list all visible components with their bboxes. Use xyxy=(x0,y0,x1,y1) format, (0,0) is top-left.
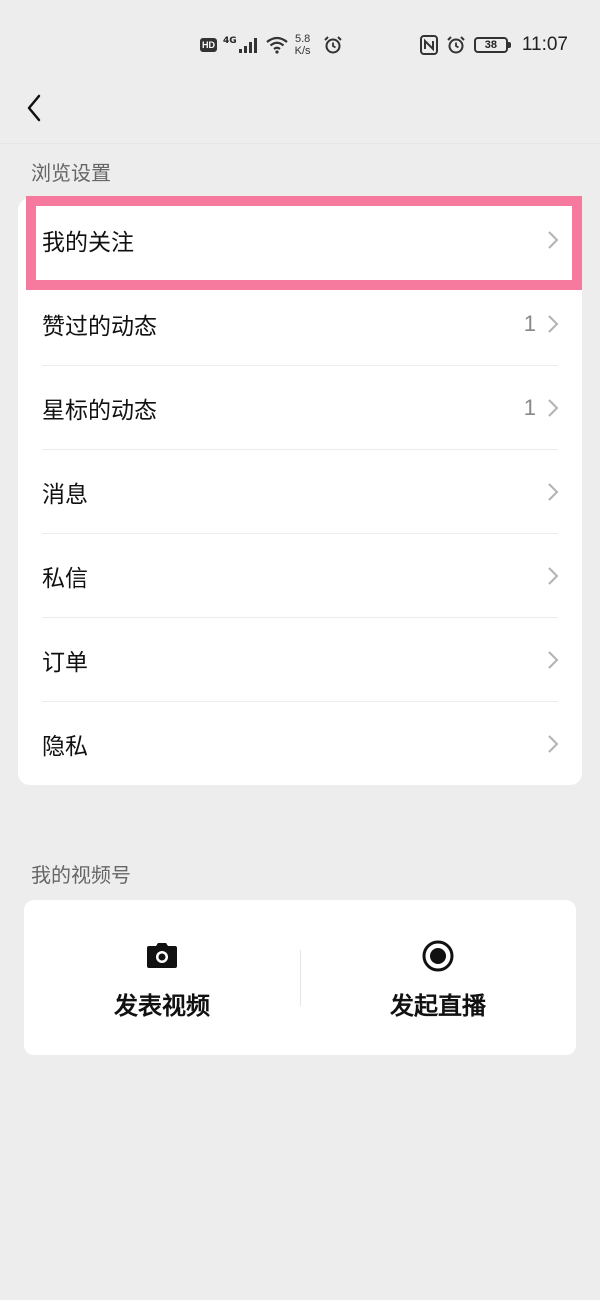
publish-video-label: 发表视频 xyxy=(114,992,210,1020)
chevron-right-icon xyxy=(548,315,559,333)
list-item-label: 订单 xyxy=(42,650,88,676)
alarm-icon xyxy=(323,36,342,54)
channel-actions: 发表视频 发起直播 xyxy=(24,900,576,1055)
list-item-privacy[interactable]: 隐私 xyxy=(18,702,582,785)
chevron-right-icon xyxy=(548,231,559,249)
battery-icon: 38 xyxy=(473,37,511,53)
list-item-label: 隐私 xyxy=(42,734,88,760)
camera-icon xyxy=(144,938,180,974)
cellular-signal-icon xyxy=(238,38,257,53)
wifi-icon xyxy=(265,36,288,54)
list-item-count: 1 xyxy=(523,311,536,336)
back-button[interactable] xyxy=(14,88,54,128)
status-left: HD 4G 5.8 K/s xyxy=(200,30,343,60)
start-live-label: 发起直播 xyxy=(390,992,486,1020)
status-right: 38 11:07 xyxy=(419,30,568,60)
chevron-right-icon xyxy=(548,651,559,669)
settings-list: 我的关注 赞过的动态 1 星标的动态 1 消息 私信 订单 隐私 xyxy=(18,198,582,785)
network-speed: 5.8 K/s xyxy=(295,33,311,57)
list-item-label: 我的关注 xyxy=(42,230,134,256)
page: HD 4G 5.8 K/s 38 11:07 浏览设置 我的关注 赞过的动态 1… xyxy=(0,0,600,1300)
list-item-label: 私信 xyxy=(42,566,88,592)
start-live-button[interactable]: 发起直播 xyxy=(300,900,576,1055)
hd-badge: HD xyxy=(200,38,217,52)
battery-level: 38 xyxy=(484,39,497,51)
nfc-icon xyxy=(419,35,438,55)
list-item-label: 赞过的动态 xyxy=(42,314,157,340)
list-item-starred-moments[interactable]: 星标的动态 1 xyxy=(18,366,582,450)
alarm-icon xyxy=(447,36,465,54)
list-item-label: 消息 xyxy=(42,482,88,508)
status-bar: HD 4G 5.8 K/s 38 11:07 xyxy=(0,0,600,88)
chevron-right-icon xyxy=(548,567,559,585)
network-speed-value: 5.8 xyxy=(294,33,311,45)
list-item-count: 1 xyxy=(523,395,536,420)
list-item-orders[interactable]: 订单 xyxy=(18,618,582,702)
status-time: 11:07 xyxy=(521,34,568,55)
section-title-browse-settings: 浏览设置 xyxy=(31,161,111,185)
live-record-icon xyxy=(420,938,456,974)
list-item-private-messages[interactable]: 私信 xyxy=(18,534,582,618)
list-item-liked-moments[interactable]: 赞过的动态 1 xyxy=(18,282,582,366)
chevron-right-icon xyxy=(548,483,559,501)
list-item-messages[interactable]: 消息 xyxy=(18,450,582,534)
network-speed-unit: K/s xyxy=(294,45,311,57)
chevron-right-icon xyxy=(548,735,559,753)
back-arrow-icon xyxy=(27,94,41,122)
network-type: 4G xyxy=(223,36,237,46)
header-divider xyxy=(0,143,600,144)
section-title-my-channel: 我的视频号 xyxy=(31,863,131,887)
chevron-right-icon xyxy=(548,399,559,417)
list-item-following[interactable]: 我的关注 xyxy=(18,198,582,282)
list-item-label: 星标的动态 xyxy=(42,398,157,424)
publish-video-button[interactable]: 发表视频 xyxy=(24,900,300,1055)
